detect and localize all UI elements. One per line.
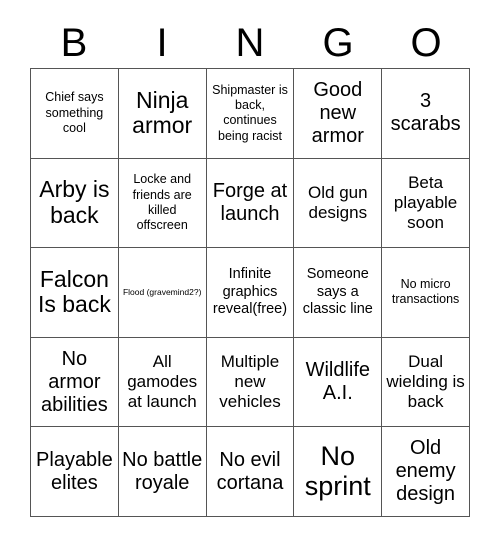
bingo-cell[interactable]: Playable elites: [31, 427, 119, 517]
bingo-row: Arby is back Locke and friends are kille…: [31, 158, 470, 249]
bingo-card: B I N G O Chief says something cool Ninj…: [0, 0, 500, 544]
bingo-grid: Chief says something cool Ninja armor Sh…: [30, 68, 470, 517]
bingo-cell-label: Someone says a classic line: [302, 266, 373, 318]
bingo-cell[interactable]: Ninja armor: [118, 69, 207, 159]
bingo-cell-label: 3 scarabs: [390, 90, 461, 136]
bingo-cell[interactable]: All gamodes at launch: [118, 337, 207, 428]
bingo-cell[interactable]: No micro transactions: [382, 248, 470, 338]
bingo-cell-label: Dual wielding is back: [386, 352, 465, 412]
header-letter-i: I: [156, 21, 168, 65]
header-letter-o: O: [410, 21, 442, 65]
bingo-row: Falcon Is back Flood (gravemind2?) Infin…: [31, 248, 470, 338]
bingo-cell[interactable]: No armor abilities: [31, 337, 119, 428]
bingo-cell[interactable]: Good new armor: [294, 69, 383, 159]
bingo-cell[interactable]: Old gun designs: [294, 158, 383, 249]
bingo-cell-label: Playable elites: [36, 448, 113, 494]
bingo-row: Playable elites No battle royale No evil…: [31, 427, 470, 517]
bingo-cell-label: No armor abilities: [41, 347, 108, 416]
bingo-cell-label: No evil cortana: [216, 448, 284, 494]
bingo-cell[interactable]: Beta playable soon: [382, 158, 470, 249]
bingo-cell[interactable]: Infinite graphics reveal(free): [206, 248, 295, 338]
bingo-cell-label: Shipmaster is back, continues being raci…: [212, 82, 288, 143]
bingo-cell[interactable]: Someone says a classic line: [294, 248, 383, 338]
bingo-cell[interactable]: No battle royale: [118, 427, 207, 517]
bingo-cell-label: Beta playable soon: [393, 172, 458, 232]
header-letter-g: G: [322, 21, 354, 65]
bingo-cell-label: No micro transactions: [391, 277, 460, 307]
bingo-cell[interactable]: Locke and friends are killed offscreen: [118, 158, 207, 249]
bingo-cell-label: Falcon Is back: [37, 265, 111, 318]
bingo-cell[interactable]: Old enemy design: [382, 427, 470, 517]
bingo-cell[interactable]: 3 scarabs: [382, 69, 470, 159]
bingo-cell[interactable]: Wildlife A.I.: [294, 337, 383, 428]
bingo-cell-label: Old gun designs: [308, 182, 368, 222]
bingo-cell-label: Forge at launch: [212, 179, 288, 225]
bingo-cell-label: Locke and friends are killed offscreen: [132, 172, 192, 233]
header-letter-n: N: [235, 21, 265, 65]
bingo-cell[interactable]: Forge at launch: [206, 158, 295, 249]
bingo-cell-label: Infinite graphics reveal(free): [212, 266, 288, 318]
bingo-cell-label: Arby is back: [39, 176, 110, 228]
bingo-cell[interactable]: Chief says something cool: [31, 69, 119, 159]
header-letter-b: B: [60, 21, 88, 65]
bingo-cell-label: Wildlife A.I.: [305, 359, 371, 405]
bingo-row: Chief says something cool Ninja armor Sh…: [31, 69, 470, 159]
bingo-cell[interactable]: No evil cortana: [206, 427, 295, 517]
bingo-cell[interactable]: Shipmaster is back, continues being raci…: [206, 69, 295, 159]
bingo-cell[interactable]: Falcon Is back: [31, 248, 119, 338]
bingo-cell[interactable]: Arby is back: [31, 158, 119, 249]
bingo-cell-label: Ninja armor: [132, 86, 193, 139]
bingo-cell-label: Chief says something cool: [45, 90, 104, 135]
bingo-cell-label: Old enemy design: [395, 437, 456, 506]
bingo-cell-label: No sprint: [304, 440, 371, 501]
bingo-header: B I N G O: [30, 18, 470, 68]
bingo-row: No armor abilities All gamodes at launch…: [31, 337, 470, 428]
bingo-cell[interactable]: Multiple new vehicles: [206, 337, 295, 428]
bingo-cell-label: Good new armor: [311, 78, 364, 147]
bingo-cell[interactable]: Dual wielding is back: [382, 337, 470, 428]
bingo-cell-label: All gamodes at launch: [127, 352, 198, 412]
bingo-cell-label: No battle royale: [122, 448, 203, 494]
bingo-cell[interactable]: Flood (gravemind2?): [118, 248, 207, 338]
bingo-cell-label: Multiple new vehicles: [219, 352, 281, 412]
bingo-cell[interactable]: No sprint: [294, 427, 383, 517]
bingo-cell-label: Flood (gravemind2?): [122, 286, 202, 297]
